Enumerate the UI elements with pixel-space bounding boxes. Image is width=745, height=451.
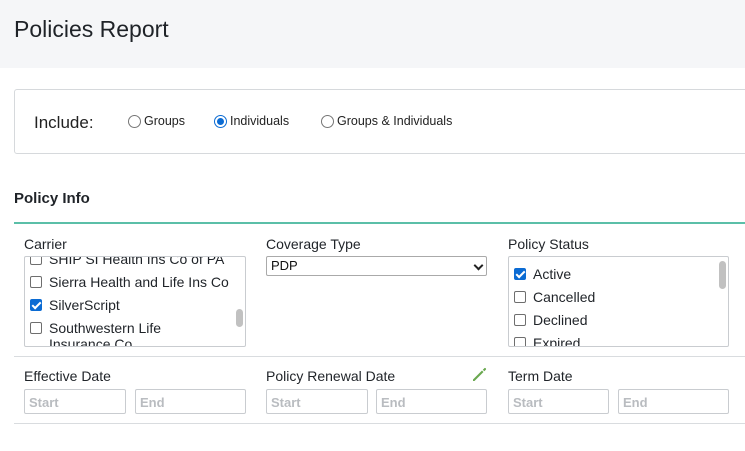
status-checkbox[interactable] [514,337,526,346]
carrier-item[interactable]: Sierra Health and Life Ins Co [30,274,229,290]
status-checkbox[interactable] [514,268,526,280]
radio-individuals[interactable]: Individuals [214,114,289,128]
include-label: Include: [34,113,94,132]
carrier-item-label: Sierra Health and Life Ins Co [49,274,229,290]
renewal-date-label: Policy Renewal Date [266,368,396,384]
effective-date-label: Effective Date [24,368,111,384]
radio-groups-individuals[interactable]: Groups & Individuals [321,114,452,128]
carrier-label: Carrier [24,236,67,252]
effective-date-start-input[interactable]: Start [24,389,126,414]
carrier-item[interactable]: SHIP SI Health Ins Co of PA [30,256,225,267]
status-checkbox[interactable] [514,314,526,326]
radio-groups-label: Groups [144,114,185,128]
status-item-label: Declined [533,312,588,328]
status-checkbox[interactable] [514,291,526,303]
carrier-scrollbar[interactable] [236,309,243,327]
status-item[interactable]: Active [514,266,571,282]
include-filter: Include: Groups Individuals Groups & Ind… [14,89,745,154]
renewal-date-start-input[interactable]: Start [266,389,368,414]
radio-individuals-label: Individuals [230,114,290,128]
renewal-date-end-input[interactable]: End [376,389,487,414]
pencil-icon[interactable] [470,366,488,384]
status-item[interactable]: Declined [514,312,587,328]
status-item-label: Active [533,266,572,282]
coverage-type-value: PDP [271,258,298,273]
row-divider [14,356,745,357]
effective-date-end-input[interactable]: End [135,389,246,414]
section-title-policy-info: Policy Info [14,190,90,207]
term-date-start-input[interactable]: Start [508,389,609,414]
carrier-checkbox[interactable] [30,322,42,334]
radio-groups-individuals-label: Groups & Individuals [337,114,453,128]
carrier-item-label: SHIP SI Health Ins Co of PA [49,256,225,267]
coverage-type-label: Coverage Type [266,236,361,252]
term-date-label: Term Date [508,368,573,384]
carrier-item-label: SilverScript [49,297,120,313]
carrier-checkbox[interactable] [30,276,42,288]
policy-status-label: Policy Status [508,236,589,252]
carrier-checkbox[interactable] [30,299,42,311]
term-date-end-input[interactable]: End [618,389,729,414]
status-item[interactable]: Expired [514,335,581,347]
section-divider [14,222,745,224]
carrier-checkbox[interactable] [30,257,42,265]
carrier-listbox[interactable]: SHIP SI Health Ins Co of PA Sierra Healt… [24,256,246,347]
radio-individuals-button[interactable] [214,114,227,128]
radio-groups-individuals-button[interactable] [321,114,334,128]
coverage-type-select[interactable]: PDP [266,256,487,276]
policy-status-listbox[interactable]: Active Cancelled Declined Expired [508,256,729,347]
page-title: Policies Report [14,16,169,42]
row-divider [14,423,745,424]
status-item-label: Expired [533,335,581,347]
page-header: Policies Report [0,0,745,68]
chevron-down-icon [473,260,484,271]
status-item[interactable]: Cancelled [514,289,595,305]
radio-groups[interactable]: Groups [128,114,185,128]
radio-groups-button[interactable] [128,114,141,128]
status-scrollbar[interactable] [719,261,726,289]
carrier-item[interactable]: SilverScript [30,297,120,313]
carrier-item-label: Southwestern Life Insurance Co [49,320,162,347]
status-item-label: Cancelled [533,289,596,305]
carrier-item[interactable]: Southwestern Life Insurance Co [30,320,200,347]
